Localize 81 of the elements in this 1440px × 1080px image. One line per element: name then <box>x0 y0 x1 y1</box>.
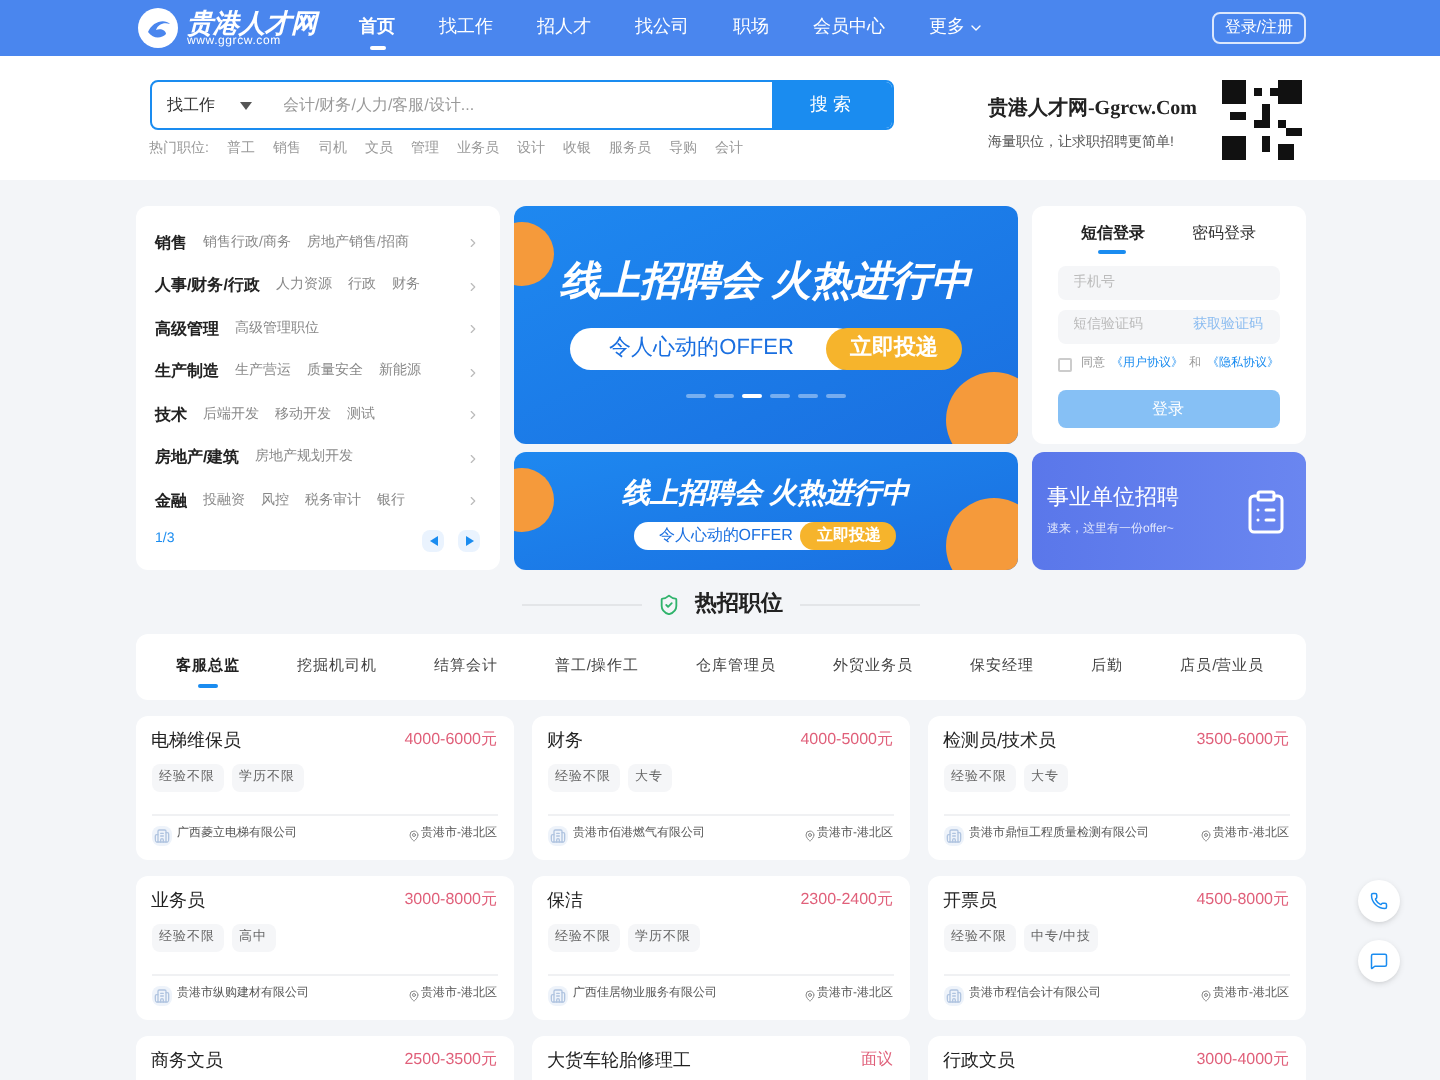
chevron-right-icon <box>466 494 481 509</box>
search-type-select[interactable]: 找工作 <box>151 82 267 128</box>
chevron-right-icon <box>466 408 481 423</box>
location-pin-icon <box>1199 989 1211 1001</box>
section-title: 热招职位 <box>695 589 783 620</box>
login-tab[interactable]: 短信登录 <box>1080 222 1145 254</box>
job-title: 行政文员 <box>943 1047 1015 1073</box>
job-card[interactable]: 行政文员 3000-4000元 <box>927 1035 1305 1080</box>
job-salary: 4000-6000元 <box>404 728 497 753</box>
company-logo-icon <box>943 985 963 1005</box>
location-pin-icon <box>1199 829 1211 841</box>
search-field[interactable]: 找工作 会计/财务/人力/客服/设计... 搜 索 <box>149 80 893 130</box>
badge-icon <box>657 593 679 616</box>
previous-page-button[interactable] <box>422 529 445 551</box>
message-button[interactable] <box>1358 940 1400 982</box>
job-salary: 4500-8000元 <box>1196 888 1289 913</box>
job-salary: 3000-8000元 <box>404 888 497 913</box>
login-submit-button[interactable]: 登录 <box>1057 390 1279 428</box>
category-name: 技术 <box>155 403 187 428</box>
job-card[interactable]: 商务文员 2500-3500元 <box>135 1035 513 1080</box>
company-logo-icon <box>547 825 567 845</box>
chevron-right-icon <box>466 451 481 466</box>
job-salary: 面议 <box>861 1048 893 1073</box>
nav-link[interactable]: 首页 <box>359 5 395 51</box>
chevron-right-icon <box>466 236 481 251</box>
next-page-button[interactable] <box>458 529 481 551</box>
job-title: 业务员 <box>151 887 205 913</box>
job-title: 开票员 <box>943 887 997 913</box>
nav-link[interactable]: 招人才 <box>537 5 591 51</box>
banner-headline: 线上招聘会 火热进行中 <box>621 474 910 512</box>
location-pin-icon <box>407 829 419 841</box>
job-salary: 3000-4000元 <box>1196 1048 1289 1073</box>
job-title: 大货车轮胎修理工 <box>547 1047 691 1073</box>
job-title: 检测员/技术员 <box>943 727 1057 753</box>
promo-title: 事业单位招聘 <box>1047 484 1179 515</box>
agree-checkbox[interactable] <box>1057 358 1071 372</box>
location-pin-icon <box>803 989 815 1001</box>
category-name: 高级管理 <box>155 317 219 342</box>
job-title: 电梯维保员 <box>151 727 241 753</box>
job-title: 保洁 <box>547 887 583 913</box>
nav-link[interactable]: 找工作 <box>439 5 493 51</box>
search-button[interactable]: 搜 索 <box>771 82 891 128</box>
job-salary: 2300-2400元 <box>800 888 893 913</box>
chevron-right-icon <box>466 322 481 337</box>
banner-headline: 线上招聘会 火热进行中 <box>560 258 972 309</box>
location-pin-icon <box>407 989 419 1001</box>
category-name: 生产制造 <box>155 360 219 385</box>
category-name: 人事/财务/行政 <box>155 274 260 299</box>
chat-icon <box>1370 952 1388 970</box>
chevron-right-icon <box>466 279 481 294</box>
triangle-left-icon <box>429 535 438 545</box>
brand-title: 贵港人才网-Ggrcw.Com <box>987 95 1197 124</box>
caret-icon <box>239 101 251 109</box>
banner[interactable]: 线上招聘会 火热进行中 令人心动的OFFER 立即投递 <box>514 452 1017 570</box>
nav-link[interactable]: 会员中心 <box>813 5 885 51</box>
job-salary: 2500-3500元 <box>404 1048 497 1073</box>
job-title: 财务 <box>547 727 583 753</box>
company-logo-icon <box>943 825 963 845</box>
triangle-right-icon <box>465 535 474 545</box>
logo-name: 贵港人才网 <box>187 9 317 35</box>
job-salary: 4000-5000元 <box>800 728 893 753</box>
login-tab[interactable]: 密码登录 <box>1191 222 1256 254</box>
nav-link[interactable]: 找公司 <box>635 5 689 51</box>
job-title: 商务文员 <box>151 1047 223 1073</box>
job-salary: 3500-6000元 <box>1196 728 1289 753</box>
company-logo-icon <box>151 825 171 845</box>
chevron-right-icon <box>466 365 481 380</box>
category-name: 房地产/建筑 <box>155 446 240 471</box>
location-pin-icon <box>803 829 815 841</box>
company-logo-icon <box>151 985 171 1005</box>
qr-code-icon <box>1221 80 1301 160</box>
job-card[interactable]: 大货车轮胎修理工 面议 <box>531 1035 909 1080</box>
phone-icon <box>1370 892 1388 910</box>
category-name: 销售 <box>155 231 187 256</box>
logo-icon <box>135 6 179 50</box>
company-logo-icon <box>547 985 567 1005</box>
login-register-button[interactable]: 登录/注册 <box>1212 12 1305 44</box>
phone-contact-button[interactable] <box>1358 880 1400 922</box>
nav-link[interactable]: 职场 <box>733 5 769 51</box>
nav-link[interactable]: 更多 <box>929 5 983 51</box>
category-name: 金融 <box>155 489 187 514</box>
